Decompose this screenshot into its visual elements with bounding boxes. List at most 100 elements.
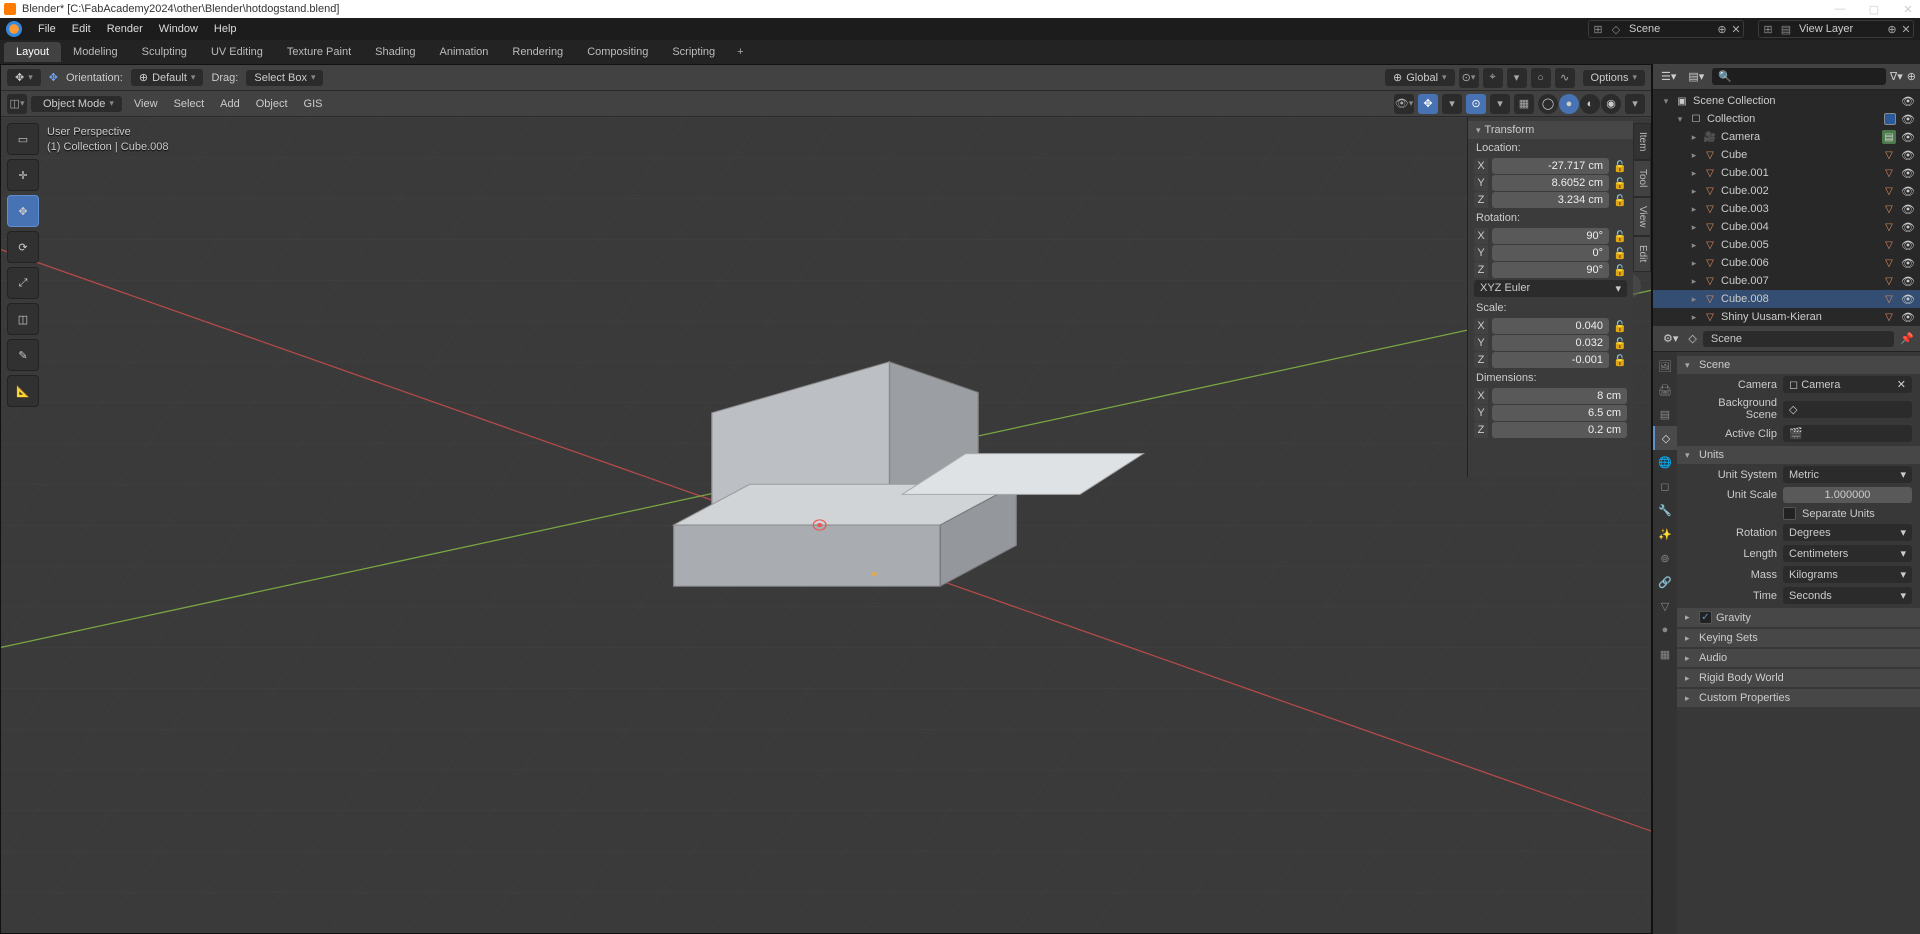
pivot-dropdown[interactable]: ⊙▾ — [1459, 68, 1479, 88]
texture-tab[interactable]: ▦ — [1653, 642, 1677, 666]
units-panel-header[interactable]: ▾Units — [1677, 446, 1920, 464]
close-button[interactable]: ✕ — [1900, 3, 1916, 16]
proportional-toggle[interactable]: ○ — [1531, 68, 1551, 88]
visibility-toggle[interactable]: 👁 — [1900, 257, 1916, 270]
clip-field[interactable]: 🎬 — [1783, 425, 1912, 442]
shading-dropdown[interactable]: ▾ — [1625, 94, 1645, 114]
lock-scale-x[interactable]: 🔓 — [1613, 320, 1627, 333]
transform-section-header[interactable]: Transform — [1468, 121, 1633, 139]
outliner-search[interactable]: 🔍 — [1712, 68, 1886, 85]
collection-checkbox[interactable] — [1884, 113, 1896, 125]
lock-rot-y[interactable]: 🔓 — [1613, 247, 1627, 260]
visibility-toggle[interactable]: 👁 — [1900, 185, 1916, 198]
outliner-item-collection[interactable]: ▾☐Collection👁 — [1653, 110, 1920, 128]
location-y[interactable]: 8.6052 cm — [1492, 175, 1609, 191]
location-z[interactable]: 3.234 cm — [1492, 192, 1609, 208]
properties-breadcrumb[interactable]: Scene — [1703, 331, 1894, 347]
menu-file[interactable]: File — [30, 21, 64, 37]
panel-keying-sets[interactable]: ▸Keying Sets — [1677, 629, 1920, 647]
outliner-item-cube-008[interactable]: ▸▽Cube.008▽👁 — [1653, 290, 1920, 308]
outliner-item-camera[interactable]: ▸🎥Camera▤👁 — [1653, 128, 1920, 146]
time-unit-field[interactable]: Seconds▾ — [1783, 587, 1912, 604]
outliner-new-collection[interactable]: ⊕ — [1907, 70, 1916, 83]
outliner-item-cube-007[interactable]: ▸▽Cube.007▽👁 — [1653, 272, 1920, 290]
outliner-item-cube-002[interactable]: ▸▽Cube.002▽👁 — [1653, 182, 1920, 200]
measure-tool[interactable]: 📐 — [7, 375, 39, 407]
bgscene-field[interactable]: ◇ — [1783, 401, 1912, 418]
visibility-toggle[interactable]: 👁 — [1900, 293, 1916, 306]
visibility-toggle[interactable]: 👁 — [1900, 131, 1916, 144]
cursor-tool[interactable]: ✛ — [7, 159, 39, 191]
lock-rot-x[interactable]: 🔓 — [1613, 230, 1627, 243]
overlays-toggle[interactable]: ⊙ — [1466, 94, 1486, 114]
gravity-checkbox[interactable] — [1699, 611, 1712, 624]
viewlayer-tab[interactable]: ▤ — [1653, 402, 1677, 426]
workspace-tab-animation[interactable]: Animation — [428, 42, 501, 62]
workspace-tab-scripting[interactable]: Scripting — [660, 42, 727, 62]
menu-edit[interactable]: Edit — [64, 21, 99, 37]
panel-audio[interactable]: ▸Audio — [1677, 649, 1920, 667]
visibility-toggle[interactable]: 👁 — [1900, 113, 1916, 126]
panel-rigid-body-world[interactable]: ▸Rigid Body World — [1677, 669, 1920, 687]
object-tab[interactable]: ◻ — [1653, 474, 1677, 498]
visibility-toggle[interactable]: 👁 — [1900, 95, 1916, 108]
minimize-button[interactable]: — — [1832, 3, 1848, 16]
outliner-item-cube-003[interactable]: ▸▽Cube.003▽👁 — [1653, 200, 1920, 218]
gizmos-toggle[interactable]: ✥ — [1418, 94, 1438, 114]
visibility-toggle[interactable]: 👁 — [1900, 203, 1916, 216]
gizmos-dropdown[interactable]: ▾ — [1442, 94, 1462, 114]
n-tab-tool[interactable]: Tool — [1633, 160, 1651, 196]
proportional-dropdown[interactable]: ∿ — [1555, 68, 1575, 88]
menu-render[interactable]: Render — [99, 21, 151, 37]
rotation-x[interactable]: 90° — [1492, 228, 1609, 244]
material-tab[interactable]: ● — [1653, 618, 1677, 642]
visibility-toggle[interactable]: 👁 — [1900, 221, 1916, 234]
workspace-tab-modeling[interactable]: Modeling — [61, 42, 130, 62]
viewport-menu-add[interactable]: Add — [212, 96, 248, 112]
scene-delete-button[interactable]: ✕ — [1729, 23, 1743, 36]
outliner-item-shiny-uusam-kieran[interactable]: ▸▽Shiny Uusam-Kieran▽👁 — [1653, 308, 1920, 326]
rotation-mode-dropdown[interactable]: XYZ Euler▾ — [1474, 280, 1627, 297]
select-tool[interactable]: ▭ — [7, 123, 39, 155]
viewlayer-delete-button[interactable]: ✕ — [1899, 23, 1913, 36]
viewlayer-browse-icon[interactable]: ⊞ — [1759, 23, 1777, 36]
camera-prop-field[interactable]: ◻ Camera✕ — [1783, 376, 1912, 393]
viewport-menu-object[interactable]: Object — [248, 96, 296, 112]
dim-z[interactable]: 0.2 cm — [1492, 422, 1627, 438]
n-tab-edit[interactable]: Edit — [1633, 236, 1651, 271]
particles-tab[interactable]: ✨ — [1653, 522, 1677, 546]
outliner-filter[interactable]: ∇▾ — [1890, 70, 1903, 83]
scene-browse-icon[interactable]: ⊞ — [1589, 23, 1607, 36]
viewport-3d[interactable]: ✥▾ ✥ Orientation: ⊕Default▾ Drag: Select… — [0, 64, 1652, 934]
lock-loc-x[interactable]: 🔓 — [1613, 160, 1627, 173]
workspace-tab-layout[interactable]: Layout — [4, 42, 61, 62]
rotation-y[interactable]: 0° — [1492, 245, 1609, 261]
xray-toggle[interactable]: ▦ — [1514, 94, 1534, 114]
scale-z[interactable]: -0.001 — [1492, 352, 1609, 368]
physics-tab[interactable]: ⊚ — [1653, 546, 1677, 570]
scene-name-input[interactable] — [1625, 23, 1715, 35]
matprev-shading[interactable]: ◐ — [1580, 94, 1600, 114]
rendered-shading[interactable]: ◉ — [1601, 94, 1621, 114]
dim-y[interactable]: 6.5 cm — [1492, 405, 1627, 421]
drag-dropdown[interactable]: Select Box▾ — [246, 70, 323, 86]
output-tab[interactable]: 🖨 — [1653, 378, 1677, 402]
unitscale-field[interactable]: 1.000000 — [1783, 487, 1912, 503]
visibility-toggle[interactable]: 👁 — [1900, 167, 1916, 180]
scene-new-button[interactable]: ⊕ — [1715, 23, 1729, 36]
rotation-z[interactable]: 90° — [1492, 262, 1609, 278]
menu-help[interactable]: Help — [206, 21, 245, 37]
lock-loc-y[interactable]: 🔓 — [1613, 177, 1627, 190]
scene-selector[interactable]: ⊞ ◇ ⊕ ✕ — [1588, 20, 1744, 38]
workspace-tab-rendering[interactable]: Rendering — [500, 42, 575, 62]
rotate-tool[interactable]: ⟳ — [7, 231, 39, 263]
move-tool[interactable]: ✥ — [7, 195, 39, 227]
scale-y[interactable]: 0.032 — [1492, 335, 1609, 351]
orientation-dropdown[interactable]: ⊕Default▾ — [131, 69, 204, 86]
viewport-canvas[interactable]: ▭ ✛ ✥ ⟳ ⤢ ◫ ✎ 📐 User Perspective (1) Col… — [1, 117, 1651, 933]
outliner-editor-dropdown[interactable]: ☰▾ — [1657, 70, 1680, 83]
workspace-tab-sculpting[interactable]: Sculpting — [130, 42, 199, 62]
length-unit-field[interactable]: Centimeters▾ — [1783, 545, 1912, 562]
scene-panel-header[interactable]: ▾Scene — [1677, 356, 1920, 374]
scale-tool[interactable]: ⤢ — [7, 267, 39, 299]
